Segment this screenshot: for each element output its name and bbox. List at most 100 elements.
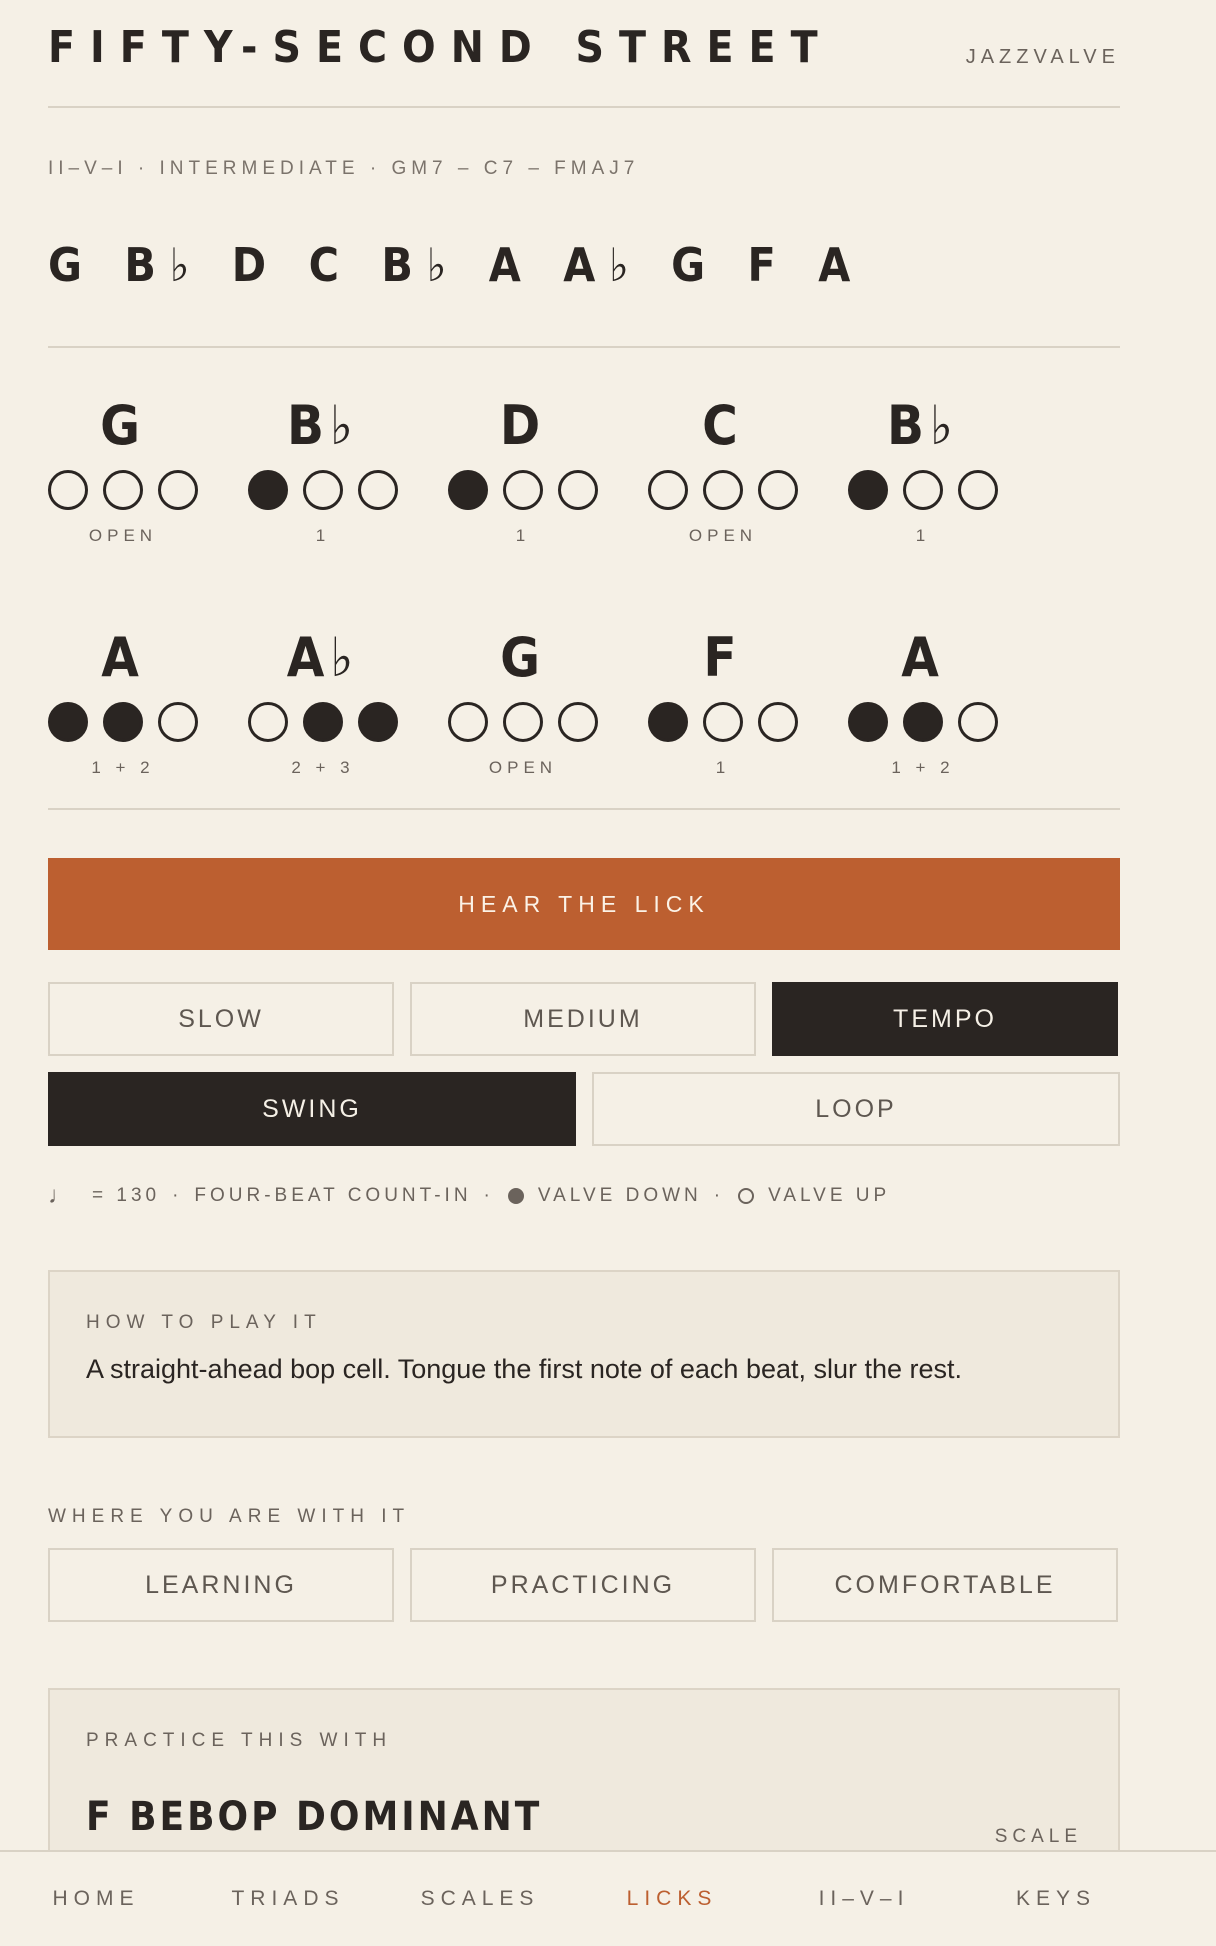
lick-meta: II–V–I · INTERMEDIATE · GM7 – C7 – FMAJ7 (48, 158, 640, 179)
how-to-label: HOW TO PLAY IT (86, 1312, 322, 1333)
brand-logo[interactable]: JAZZVALVE (966, 46, 1120, 69)
status-label: WHERE YOU ARE WITH IT (48, 1506, 411, 1527)
note-name: F (703, 626, 743, 689)
note-name: A (101, 626, 145, 689)
valve-up-icon (303, 470, 343, 510)
fingering-label: 1 + 2 (91, 758, 155, 777)
playback-legend: ♩ = 130 · FOUR-BEAT COUNT-IN · VALVE DOW… (48, 1182, 1120, 1210)
valve-diagram (848, 470, 998, 510)
valve-up-label: VALVE UP (768, 1185, 891, 1206)
nav-licks[interactable]: LICKS (576, 1887, 768, 1911)
fingering-cell[interactable]: B♭ 1 (848, 394, 998, 576)
tempo-row: SLOW MEDIUM TEMPO (48, 982, 1120, 1056)
valve-up-icon (558, 702, 598, 742)
valve-down-label: VALVE DOWN (537, 1185, 702, 1206)
quarter-note-icon: ♩ (48, 1182, 76, 1209)
valve-down-icon (448, 470, 488, 510)
medium-button[interactable]: MEDIUM (410, 982, 756, 1056)
separator: · (483, 1185, 494, 1206)
fingering-cell[interactable]: A 1 + 2 (848, 626, 998, 808)
scale-tag: SCALE (994, 1826, 1082, 1847)
valve-down-icon (848, 702, 888, 742)
fingering-cell[interactable]: A 1 + 2 (48, 626, 198, 808)
valve-up-icon (648, 470, 688, 510)
valve-diagram (248, 470, 398, 510)
status-row: LEARNING PRACTICING COMFORTABLE (48, 1548, 1120, 1622)
valve-diagram (648, 470, 798, 510)
nav-ii-v-i[interactable]: II–V–I (768, 1887, 960, 1911)
valve-up-icon (503, 470, 543, 510)
fingering-label: OPEN (488, 758, 558, 777)
valve-up-icon (703, 470, 743, 510)
valve-up-icon (103, 470, 143, 510)
valve-up-icon (758, 470, 798, 510)
fingering-label: OPEN (88, 526, 158, 545)
nav-home[interactable]: HOME (0, 1887, 192, 1911)
valve-up-icon (48, 470, 88, 510)
learning-button[interactable]: LEARNING (48, 1548, 394, 1622)
valve-diagram (448, 702, 598, 742)
valve-down-icon (648, 702, 688, 742)
fingering-cell[interactable]: G OPEN (448, 626, 598, 808)
fingering-cell[interactable]: C OPEN (648, 394, 798, 576)
slow-button[interactable]: SLOW (48, 982, 394, 1056)
swing-toggle[interactable]: SWING (48, 1072, 576, 1146)
practicing-button[interactable]: PRACTICING (410, 1548, 756, 1622)
fingering-label: OPEN (688, 526, 758, 545)
scale-name: F BEBOP DOMINANT (86, 1794, 543, 1840)
valve-down-icon (303, 702, 343, 742)
valve-diagram (848, 702, 998, 742)
fingering-cell[interactable]: G OPEN (48, 394, 198, 576)
note-name: B♭ (887, 394, 959, 457)
fingering-label: 1 (515, 526, 531, 545)
valve-up-icon (448, 702, 488, 742)
valve-diagram (48, 702, 198, 742)
loop-toggle[interactable]: LOOP (592, 1072, 1120, 1146)
comfortable-button[interactable]: COMFORTABLE (772, 1548, 1118, 1622)
hear-the-lick-button[interactable]: HEAR THE LICK (48, 858, 1120, 950)
fingering-cell[interactable]: D1 (448, 394, 598, 576)
fingering-label: 1 (715, 758, 731, 777)
fingering-cell[interactable]: F1 (648, 626, 798, 808)
valve-down-icon (248, 470, 288, 510)
count-in-label: FOUR-BEAT COUNT-IN (194, 1185, 472, 1206)
fingering-label: 1 + 2 (891, 758, 955, 777)
valve-up-icon (248, 702, 288, 742)
valve-up-icon (903, 470, 943, 510)
page-title: FIFTY-SECOND STREET (48, 22, 833, 73)
how-to-text: A straight-ahead bop cell. Tongue the fi… (86, 1354, 963, 1384)
valve-up-icon (703, 702, 743, 742)
valve-down-icon (507, 1188, 524, 1204)
fingering-grid: G OPEN B♭ 1 D 1 C OPEN B♭ 1 A 1 + 2 A♭ 2 + 3 G OPEN F 1 A 1… (48, 348, 1120, 810)
fingering-label: 1 (915, 526, 931, 545)
fingering-cell[interactable]: A♭ 2 + 3 (248, 626, 398, 808)
valve-down-icon (103, 702, 143, 742)
nav-triads[interactable]: TRIADS (192, 1887, 384, 1911)
valve-up-icon (558, 470, 598, 510)
separator: · (713, 1185, 725, 1206)
valve-up-icon (358, 470, 398, 510)
valve-diagram (48, 470, 198, 510)
fingering-label: 1 (315, 526, 331, 545)
fingering-cell[interactable]: B♭ 1 (248, 394, 398, 576)
tempo-button[interactable]: TEMPO (772, 982, 1118, 1056)
note-name: G (100, 394, 146, 457)
valve-diagram (648, 702, 798, 742)
nav-scales[interactable]: SCALES (384, 1887, 576, 1911)
valve-down-icon (903, 702, 943, 742)
valve-diagram (448, 470, 598, 510)
practice-card[interactable]: PRACTICE THIS WITH F BEBOP DOMINANT SCAL… (48, 1688, 1120, 1868)
note-name: B♭ (287, 394, 359, 457)
valve-down-icon (48, 702, 88, 742)
bottom-nav: HOME TRIADS SCALES LICKS II–V–I KEYS (0, 1850, 1216, 1946)
valve-up-icon (738, 1188, 755, 1204)
mode-row: SWING LOOP (48, 1072, 1120, 1146)
note-name: A (901, 626, 945, 689)
valve-up-icon (958, 470, 998, 510)
header: FIFTY-SECOND STREET JAZZVALVE (48, 0, 1120, 108)
practice-label: PRACTICE THIS WITH (86, 1730, 393, 1751)
fingering-label: 2 + 3 (291, 758, 355, 777)
nav-keys[interactable]: KEYS (960, 1887, 1152, 1911)
valve-down-icon (848, 470, 888, 510)
tempo-value: = 130 (92, 1185, 161, 1206)
